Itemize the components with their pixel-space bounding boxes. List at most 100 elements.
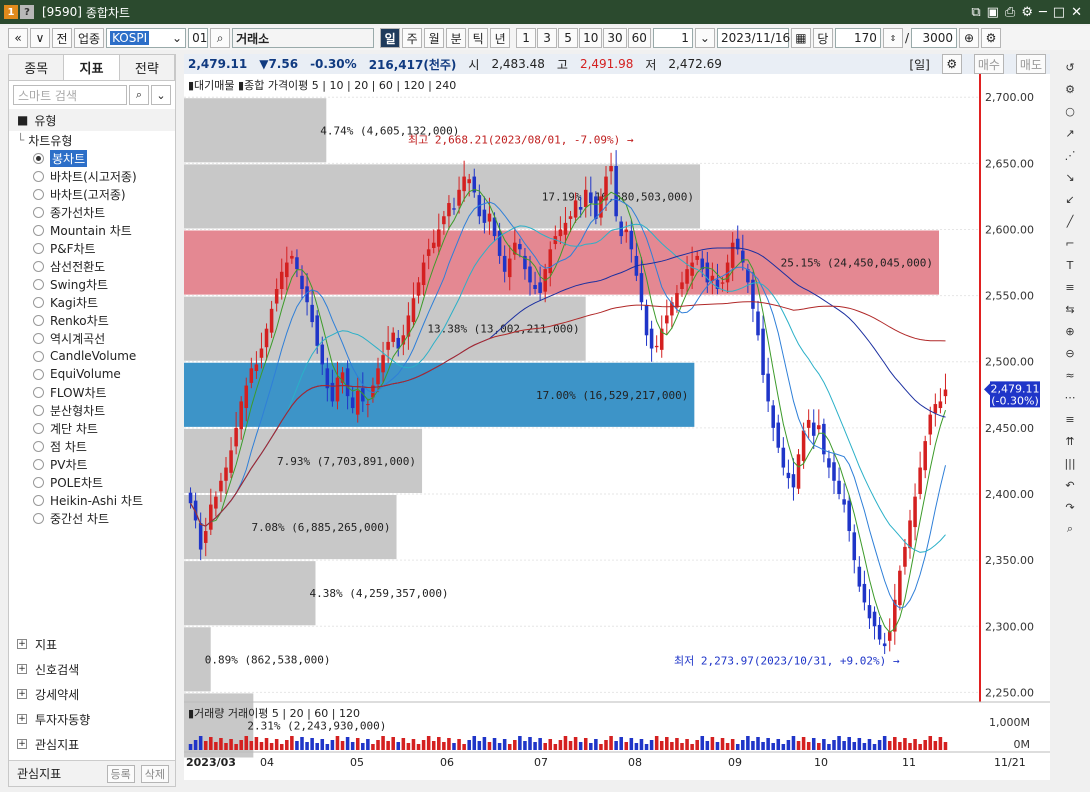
collapsible-section[interactable]: + 신호검색 bbox=[9, 657, 175, 681]
chart-type-item[interactable]: Renko차트 bbox=[9, 311, 175, 329]
index-code[interactable]: 01 bbox=[188, 28, 209, 48]
expand-icon[interactable]: + bbox=[17, 664, 27, 674]
drawing-tool-icon[interactable]: ⚙ bbox=[1061, 80, 1079, 98]
drawing-tool-icon[interactable]: ⌐ bbox=[1061, 234, 1079, 252]
radio-icon[interactable] bbox=[33, 368, 44, 380]
drawing-tool-icon[interactable]: T bbox=[1061, 256, 1079, 274]
drawing-tool-icon[interactable]: ○ bbox=[1061, 102, 1079, 120]
radio-icon[interactable] bbox=[33, 206, 44, 218]
drawing-tool-icon[interactable]: ≡ bbox=[1061, 278, 1079, 296]
expand-icon[interactable]: + bbox=[17, 639, 27, 649]
expand-icon[interactable]: + bbox=[17, 739, 27, 749]
drawing-tool-icon[interactable]: ↙ bbox=[1061, 190, 1079, 208]
chart-type-item[interactable]: 분산형차트 bbox=[9, 401, 175, 419]
drawing-tool-icon[interactable]: ↷ bbox=[1061, 498, 1079, 516]
chart-type-item[interactable]: 종가선차트 bbox=[9, 203, 175, 221]
unit-button[interactable]: 당 bbox=[812, 28, 833, 48]
period-button[interactable]: 일 bbox=[380, 28, 401, 48]
interval-button[interactable]: 30 bbox=[603, 28, 627, 48]
chart-type-item[interactable]: 중간선 차트 bbox=[9, 509, 175, 527]
interval-button[interactable]: 10 bbox=[579, 28, 603, 48]
drawing-tool-icon[interactable]: ⋰ bbox=[1061, 146, 1079, 164]
sell-button[interactable]: 매도 bbox=[1015, 54, 1046, 74]
chart-type-item[interactable]: PV차트 bbox=[9, 455, 175, 473]
gear-icon[interactable]: ⚙ bbox=[980, 28, 1001, 48]
radio-icon[interactable] bbox=[33, 476, 44, 488]
radio-icon[interactable] bbox=[33, 494, 44, 506]
save-icon[interactable]: ▣ bbox=[987, 5, 999, 20]
drawing-tool-icon[interactable]: ↶ bbox=[1061, 476, 1079, 494]
expand-icon[interactable]: + bbox=[17, 714, 27, 724]
price-chart[interactable]: 2,700.00 2,650.00 2,600.00 2,550.00 2,500.00… bbox=[184, 74, 1050, 780]
chart-type-item[interactable]: 바차트(시고저종) bbox=[9, 167, 175, 185]
radio-icon[interactable] bbox=[33, 512, 44, 524]
period-button[interactable]: 월 bbox=[424, 28, 445, 48]
section-type[interactable]: ■ 유형 bbox=[9, 109, 175, 131]
radio-icon[interactable] bbox=[33, 332, 44, 344]
drawing-tool-icon[interactable]: ||| bbox=[1061, 454, 1079, 472]
tab-stocks[interactable]: 종목 bbox=[9, 55, 65, 80]
chart-type-item[interactable]: 삼선전환도 bbox=[9, 257, 175, 275]
expand-icon[interactable]: + bbox=[17, 689, 27, 699]
interval-button[interactable]: 60 bbox=[627, 28, 651, 48]
chart-type-item[interactable]: 계단 차트 bbox=[9, 419, 175, 437]
close-button[interactable]: ✕ bbox=[1071, 5, 1082, 20]
chart-type-item[interactable]: 바차트(고저종) bbox=[9, 185, 175, 203]
radio-icon[interactable] bbox=[33, 458, 44, 470]
drawing-tool-icon[interactable]: ⌕ bbox=[1061, 520, 1079, 538]
chart-type-item[interactable]: 봉차트 bbox=[9, 149, 175, 167]
link-icon[interactable]: ⧉ bbox=[971, 5, 980, 20]
period-button[interactable]: 틱 bbox=[468, 28, 489, 48]
radio-icon[interactable] bbox=[33, 188, 44, 200]
smart-search-input[interactable]: 스마트 검색 bbox=[13, 85, 127, 105]
tab-indicators[interactable]: 지표 bbox=[64, 55, 120, 80]
radio-icon[interactable] bbox=[33, 242, 44, 254]
drawing-tool-icon[interactable]: ≡ bbox=[1061, 410, 1079, 428]
gear-icon[interactable]: ⚙ bbox=[941, 54, 962, 74]
drawing-tool-icon[interactable]: ↺ bbox=[1061, 58, 1079, 76]
view-count-input[interactable]: 170 bbox=[834, 28, 881, 48]
radio-icon[interactable] bbox=[33, 152, 44, 164]
tab-strategy[interactable]: 전략 bbox=[119, 55, 175, 80]
search-icon[interactable]: ⌕ bbox=[210, 28, 231, 48]
prev-button[interactable]: 전 bbox=[52, 28, 72, 48]
drawing-tool-icon[interactable]: ↗ bbox=[1061, 124, 1079, 142]
drawing-tool-icon[interactable]: ⊕ bbox=[1061, 322, 1079, 340]
chart-type-item[interactable]: FLOW차트 bbox=[9, 383, 175, 401]
collapsible-section[interactable]: + 강세약세 bbox=[9, 682, 175, 706]
market-type-button[interactable]: 업종 bbox=[74, 28, 105, 48]
period-button[interactable]: 주 bbox=[402, 28, 423, 48]
radio-icon[interactable] bbox=[33, 422, 44, 434]
radio-icon[interactable] bbox=[33, 260, 44, 272]
period-button[interactable]: 년 bbox=[490, 28, 511, 48]
chart-type-item[interactable]: Swing차트 bbox=[9, 275, 175, 293]
drawing-tool-icon[interactable]: ↘ bbox=[1061, 168, 1079, 186]
collapsible-section[interactable]: + 투자자동향 bbox=[9, 707, 175, 731]
radio-icon[interactable] bbox=[33, 170, 44, 182]
chart-type-item[interactable]: Heikin-Ashi 차트 bbox=[9, 491, 175, 509]
radio-icon[interactable] bbox=[33, 350, 44, 362]
period-button[interactable]: 분 bbox=[446, 28, 467, 48]
nav-prev-button[interactable]: « bbox=[8, 28, 28, 48]
collapsible-section[interactable]: + 지표 bbox=[9, 632, 175, 656]
collapsible-section[interactable]: + 관심지표 bbox=[9, 732, 175, 756]
total-count-input[interactable]: 3000 bbox=[910, 28, 957, 48]
chart-type-item[interactable]: 역시계곡선 bbox=[9, 329, 175, 347]
radio-icon[interactable] bbox=[33, 224, 44, 236]
radio-icon[interactable] bbox=[33, 314, 44, 326]
chart-type-item[interactable]: EquiVolume bbox=[9, 365, 175, 383]
chart-type-item[interactable]: POLE차트 bbox=[9, 473, 175, 491]
maximize-button[interactable]: □ bbox=[1053, 5, 1065, 20]
tree-chart-type[interactable]: └ 차트유형 bbox=[9, 131, 175, 149]
interval-button[interactable]: 1 bbox=[516, 28, 537, 48]
print-icon[interactable]: ⎙ bbox=[1005, 5, 1015, 20]
delete-button[interactable]: 삭제 bbox=[140, 764, 169, 783]
nav-menu-button[interactable]: ∨ bbox=[30, 28, 50, 48]
zoom-icon[interactable]: ⊕ bbox=[958, 28, 979, 48]
chart-type-item[interactable]: Kagi차트 bbox=[9, 293, 175, 311]
search-icon[interactable]: ⌕ bbox=[129, 85, 149, 105]
radio-icon[interactable] bbox=[33, 278, 44, 290]
radio-icon[interactable] bbox=[33, 404, 44, 416]
count-select[interactable]: 1 bbox=[652, 28, 693, 48]
help-icon[interactable]: ? bbox=[20, 5, 34, 19]
